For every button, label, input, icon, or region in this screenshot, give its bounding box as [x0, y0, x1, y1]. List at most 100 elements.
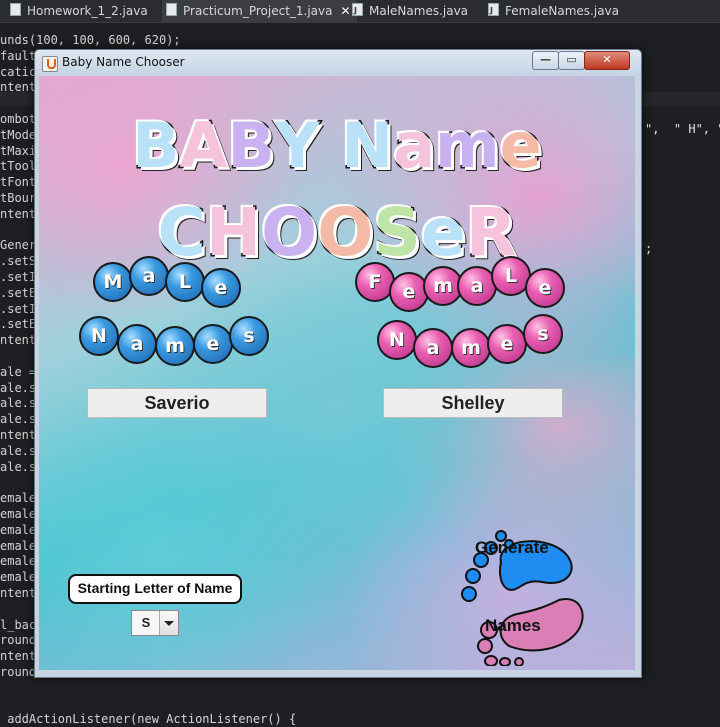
- content-panel: BABY Name CHOOSeR MaLeNames FemaLeNames …: [39, 76, 635, 670]
- app-title-line-2: CHOOSeR: [39, 193, 635, 273]
- code-line: ale.s: [0, 380, 37, 395]
- title-letter: C: [156, 193, 207, 273]
- tab-homework-1-2[interactable]: Homework_1_2.java: [10, 0, 148, 22]
- code-line: Gener: [0, 238, 37, 253]
- code-line: emale: [0, 538, 37, 553]
- code-line: ntent: [0, 80, 37, 95]
- bubble-letter: m: [155, 326, 195, 366]
- editor-tab-bar: Homework_1_2.java Practicum_Project_1.ja…: [0, 0, 720, 23]
- male-name-display: Saverio: [87, 388, 267, 418]
- title-letter: O: [260, 193, 319, 273]
- code-line: tMaxi: [0, 143, 37, 158]
- code-line: .setE: [0, 285, 37, 300]
- file-icon: [166, 3, 177, 16]
- tab-practicum-project-1[interactable]: Practicum_Project_1.java ✕: [162, 0, 357, 22]
- code-line: ntent: [0, 586, 37, 600]
- baby-name-chooser-window: Baby Name Chooser — ▭ ✕ BABY Name CHOOSe…: [34, 49, 642, 678]
- code-line: .setI: [0, 301, 37, 316]
- title-letter: O: [316, 193, 375, 273]
- code-line: addActionListener(new ActionListener() {: [0, 712, 297, 727]
- app-title-line-1: BABY Name: [39, 108, 635, 184]
- code-line: tTool: [0, 159, 37, 174]
- names-label: Names: [485, 616, 541, 635]
- code-line: emale: [0, 554, 37, 569]
- bubble-letter: L: [165, 262, 205, 302]
- footprints-icon: [461, 530, 584, 666]
- bubble-letter: m: [451, 328, 491, 368]
- code-line: catic: [0, 64, 37, 79]
- starting-letter-select[interactable]: S: [131, 610, 179, 636]
- java-file-icon: [488, 0, 499, 22]
- bubble-letter: s: [523, 314, 563, 354]
- code-line: ntent: [0, 649, 37, 664]
- tab-label: Homework_1_2.java: [27, 4, 148, 18]
- code-line: emale: [0, 570, 37, 585]
- code-line: round: [0, 633, 37, 648]
- bubble-letter: M: [93, 262, 133, 302]
- code-line: emale: [0, 491, 37, 506]
- code-line: l_bac: [0, 617, 37, 632]
- maximize-button[interactable]: ▭: [558, 51, 585, 70]
- code-line: .setS: [0, 254, 37, 269]
- java-file-icon: [352, 0, 363, 22]
- tab-label: MaleNames.java: [369, 4, 469, 18]
- title-letter: B: [131, 108, 181, 184]
- code-line: unds(100, 100, 600, 620);: [0, 33, 181, 47]
- code-line: ale.s: [0, 443, 37, 458]
- code-fragment: ;: [645, 242, 653, 256]
- title-letter: S: [372, 193, 423, 273]
- code-line: ntent: [0, 428, 37, 442]
- close-button[interactable]: ✕: [584, 51, 630, 70]
- code-line: ale.s: [0, 412, 37, 427]
- bubble-letter: N: [377, 320, 417, 360]
- title-letter: H: [204, 193, 262, 273]
- tab-label: FemaleNames.java: [505, 4, 619, 18]
- code-line: round: [0, 665, 37, 679]
- code-line: ombot: [0, 112, 37, 126]
- tab-malenames[interactable]: MaleNames.java: [352, 0, 468, 22]
- bubble-letter: e: [525, 268, 565, 308]
- bubble-letter: s: [229, 316, 269, 356]
- title-letter: N: [340, 108, 395, 184]
- chevron-down-icon[interactable]: [159, 611, 178, 635]
- bubble-letter: N: [79, 316, 119, 356]
- code-line: ntent: [0, 333, 37, 348]
- title-letter: A: [178, 108, 229, 184]
- female-name-display: Shelley: [383, 388, 563, 418]
- code-fragment: ", " H", ": [645, 122, 720, 136]
- bubble-letter: e: [193, 324, 233, 364]
- title-letter: m: [434, 108, 502, 184]
- close-tab-icon[interactable]: ✕: [341, 4, 351, 18]
- minimize-button[interactable]: —: [532, 51, 559, 70]
- bubble-letter: a: [413, 328, 453, 368]
- code-line: ntent: [0, 206, 37, 221]
- title-letter: a: [392, 108, 437, 184]
- title-letter: B: [226, 108, 276, 184]
- bubble-letter: e: [201, 268, 241, 308]
- code-line: tMode: [0, 127, 37, 142]
- code-line: ale =: [0, 364, 37, 379]
- selected-letter: S: [141, 615, 151, 630]
- tab-femalenames[interactable]: FemaleNames.java: [488, 0, 619, 22]
- file-icon: [10, 3, 21, 16]
- starting-letter-label: Starting Letter of Name: [68, 574, 242, 604]
- code-line: emale: [0, 507, 37, 521]
- title-letter: [320, 109, 342, 182]
- bubble-letter: a: [129, 256, 169, 296]
- generate-label: Generate: [475, 538, 549, 557]
- title-letter: e: [419, 193, 467, 273]
- code-line: ale.s: [0, 396, 37, 411]
- title-letter: Y: [273, 108, 321, 184]
- java-app-icon: [42, 56, 58, 72]
- generate-names-button[interactable]: Generate Names: [439, 506, 599, 666]
- code-line: tFont: [0, 175, 37, 190]
- title-letter: e: [498, 108, 543, 184]
- code-line: emale: [0, 522, 37, 537]
- bubble-letter: e: [487, 324, 527, 364]
- window-title: Baby Name Chooser: [62, 55, 185, 69]
- code-line: .setI: [0, 270, 37, 284]
- window-title-bar[interactable]: Baby Name Chooser — ▭ ✕: [35, 50, 641, 76]
- code-line: .setE: [0, 317, 37, 332]
- tab-label: Practicum_Project_1.java: [183, 4, 333, 18]
- code-line: fault: [0, 48, 37, 63]
